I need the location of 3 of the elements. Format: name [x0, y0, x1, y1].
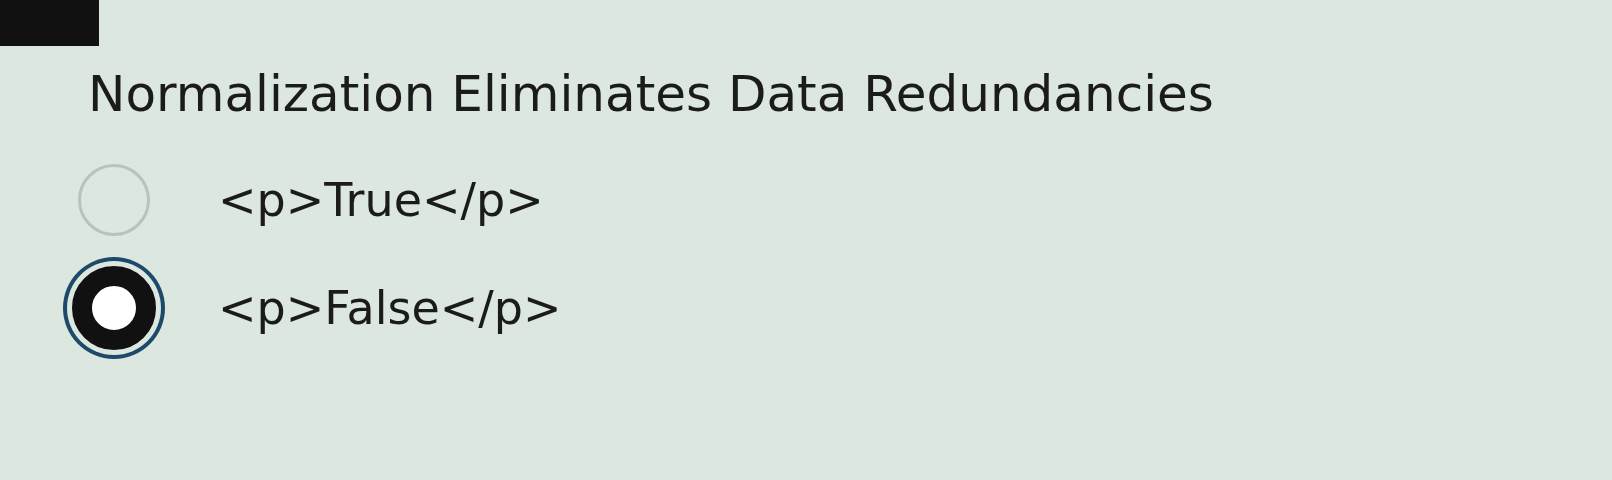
- option-label[interactable]: <p>True</p>: [218, 173, 544, 227]
- question-text: Normalization Eliminates Data Redundancies: [88, 64, 1215, 124]
- option-label[interactable]: <p>False</p>: [218, 281, 562, 335]
